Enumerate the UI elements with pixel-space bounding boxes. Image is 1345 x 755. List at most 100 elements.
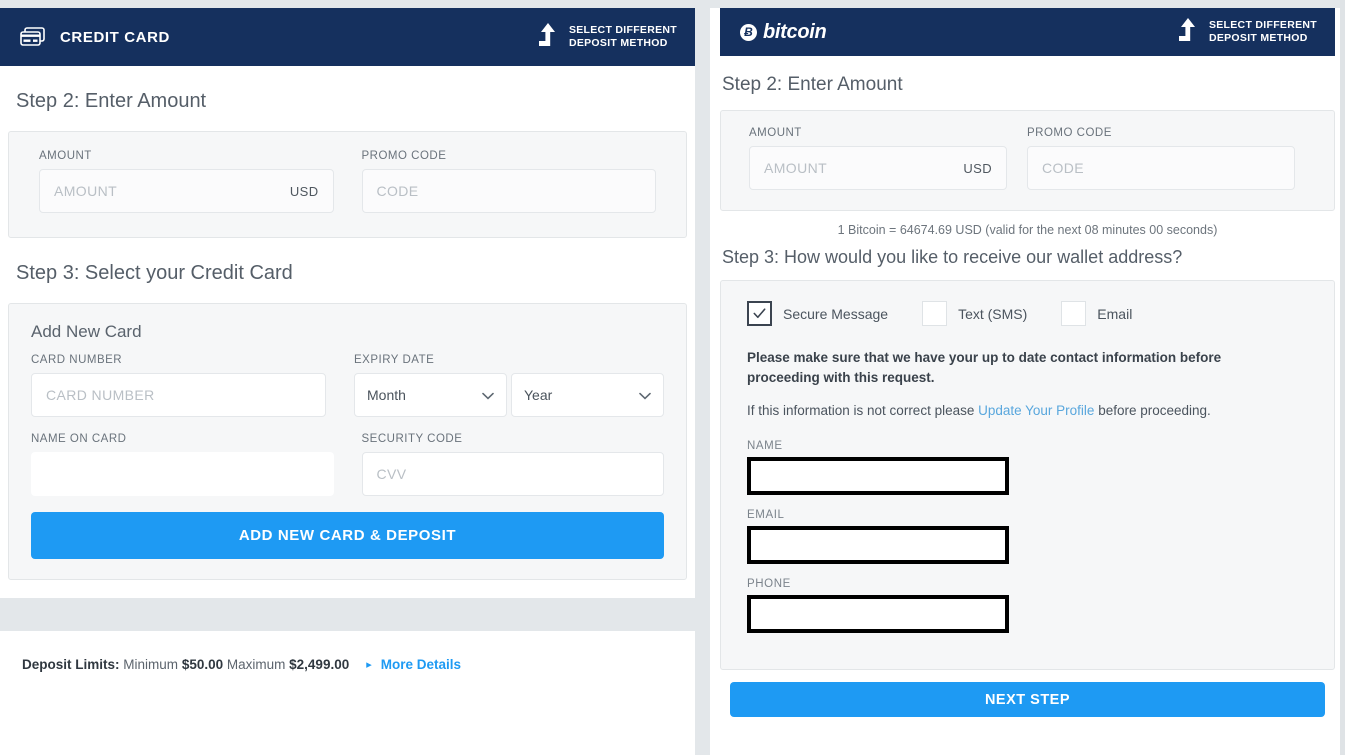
triangle-right-icon: ▸: [366, 659, 372, 671]
amount-placeholder-right: AMOUNT: [764, 160, 828, 176]
add-new-card-heading: Add New Card: [31, 322, 142, 341]
bitcoin-rate-line: 1 Bitcoin = 64674.69 USD (valid for the …: [837, 223, 1218, 237]
amount-panel-left: AMOUNT AMOUNT USD PROMO CODE CODE: [8, 131, 687, 238]
chevron-down-icon: [639, 387, 651, 403]
turn-up-arrow-icon: [1177, 17, 1199, 47]
name-input-right[interactable]: [747, 457, 1009, 496]
phone-field-group: PHONE: [747, 578, 1308, 634]
top-spacer-left: [0, 0, 695, 8]
amount-panel-right: AMOUNT AMOUNT USD PROMO CODE CODE: [720, 110, 1335, 211]
top-spacer-right: [710, 0, 1345, 8]
amount-placeholder-left: AMOUNT: [54, 183, 118, 199]
maximum-value: $2,499.00: [289, 657, 350, 672]
next-step-button[interactable]: NEXT STEP: [730, 682, 1325, 718]
credit-cards-icon: [20, 27, 46, 47]
email-label-right: EMAIL: [747, 509, 785, 522]
bitcoin-header: Ƀ bitcoin SELECT DIFFERENT DEPOSIT METHO…: [720, 8, 1335, 56]
amount-currency-suffix-left: USD: [289, 183, 319, 199]
promo-input-right[interactable]: CODE: [1027, 146, 1295, 190]
email-checkbox[interactable]: [1061, 301, 1087, 326]
select-different-deposit-method-label-right: SELECT DIFFERENT DEPOSIT METHOD: [1209, 19, 1317, 45]
expiry-year-value: Year: [524, 387, 553, 403]
step3-title-left: Step 3: Select your Credit Card: [16, 262, 293, 284]
expiry-label: EXPIRY DATE: [354, 354, 435, 366]
contact-info-notice: Please make sure that we have your up to…: [747, 350, 1222, 385]
security-code-input[interactable]: CVV: [361, 452, 664, 496]
credit-card-header-left: CREDIT CARD: [20, 27, 170, 47]
minimum-word: Minimum: [123, 657, 179, 672]
bitcoin-logo: Ƀ bitcoin: [740, 21, 827, 44]
security-code-label: SECURITY CODE: [361, 433, 463, 445]
amount-currency-suffix-right: USD: [963, 160, 992, 176]
update-profile-prefix: If this information is not correct pleas…: [747, 403, 979, 419]
turn-up-arrow-icon: [537, 22, 559, 52]
email-label: Email: [1097, 305, 1133, 322]
switch-line-1-left: SELECT DIFFERENT: [568, 23, 677, 36]
amount-field-group-left: AMOUNT AMOUNT USD: [39, 150, 334, 213]
check-icon: [753, 308, 766, 319]
switch-line-2-left: DEPOSIT METHOD: [568, 37, 668, 49]
add-new-card-and-deposit-button[interactable]: ADD NEW CARD & DEPOSIT: [31, 512, 664, 559]
credit-card-card: CREDIT CARD SELECT DIFFERENT DEPOSIT MET…: [0, 8, 695, 598]
update-profile-notice: If this information is not correct pleas…: [747, 403, 1308, 418]
credit-card-title: CREDIT CARD: [60, 28, 170, 46]
update-your-profile-link[interactable]: Update Your Profile: [978, 403, 1094, 418]
next-step-wrap: NEXT STEP: [720, 670, 1335, 729]
bitcoin-panel: Ƀ bitcoin SELECT DIFFERENT DEPOSIT METHO…: [710, 0, 1345, 755]
email-field-group: EMAIL: [747, 509, 1308, 565]
name-on-card-group: NAME ON CARD: [31, 433, 334, 496]
amount-label-right: AMOUNT: [749, 127, 802, 139]
select-different-deposit-method-button-right[interactable]: SELECT DIFFERENT DEPOSIT METHOD: [1177, 17, 1317, 47]
promo-placeholder-right: CODE: [1042, 160, 1085, 176]
maximum-word: Maximum: [226, 657, 286, 672]
promo-label-right: PROMO CODE: [1027, 127, 1112, 139]
deposit-limits-row: Deposit Limits: Minimum $50.00 Maximum $…: [22, 631, 461, 672]
bitcoin-symbol-icon: Ƀ: [740, 23, 757, 41]
secure-message-label: Secure Message: [783, 305, 889, 322]
deposit-comparison-screen: CREDIT CARD SELECT DIFFERENT DEPOSIT MET…: [0, 0, 1345, 755]
amount-input-left[interactable]: AMOUNT USD: [39, 169, 334, 213]
phone-label-right: PHONE: [747, 578, 791, 591]
amount-label-left: AMOUNT: [39, 150, 92, 162]
delivery-options-row: Secure Message Text (SMS) Email: [747, 301, 1308, 326]
step2-title-right: Step 2: Enter Amount: [722, 74, 903, 95]
select-different-deposit-method-label-left: SELECT DIFFERENT DEPOSIT METHOD: [569, 24, 677, 50]
update-profile-suffix: before proceeding.: [1094, 403, 1211, 419]
expiry-group: EXPIRY DATE Month Year: [354, 354, 664, 417]
security-code-group: SECURITY CODE CVV: [361, 433, 664, 496]
switch-line-1-right: SELECT DIFFERENT: [1208, 18, 1317, 31]
promo-field-group-left: PROMO CODE CODE: [361, 150, 656, 213]
promo-field-group-right: PROMO CODE CODE: [1027, 127, 1295, 190]
credit-card-panel: CREDIT CARD SELECT DIFFERENT DEPOSIT MET…: [0, 0, 695, 755]
select-different-deposit-method-button-left[interactable]: SELECT DIFFERENT DEPOSIT METHOD: [537, 22, 677, 52]
secure-message-checkbox[interactable]: [747, 301, 772, 326]
panel-gutter: [695, 0, 710, 755]
card-number-input[interactable]: CARD NUMBER: [31, 373, 326, 417]
promo-label-left: PROMO CODE: [361, 150, 447, 162]
card-number-group: CARD NUMBER CARD NUMBER: [31, 354, 326, 417]
switch-line-2-right: DEPOSIT METHOD: [1208, 32, 1308, 44]
step3-title-right: Step 3: How would you like to receive ou…: [722, 247, 1183, 267]
amount-input-right[interactable]: AMOUNT USD: [749, 146, 1007, 190]
text-sms-label: Text (SMS): [958, 305, 1028, 322]
text-sms-checkbox[interactable]: [922, 301, 948, 326]
promo-input-left[interactable]: CODE: [361, 169, 656, 213]
phone-input-right[interactable]: [747, 595, 1009, 634]
page-scrollbar[interactable]: [1340, 0, 1345, 755]
card-number-expiry-row: CARD NUMBER CARD NUMBER EXPIRY DATE Mont…: [31, 354, 664, 417]
minimum-value: $50.00: [181, 657, 224, 672]
name-on-card-input[interactable]: [31, 452, 334, 496]
expiry-selects: Month Year: [354, 373, 664, 417]
expiry-month-value: Month: [367, 387, 406, 403]
email-input-right[interactable]: [747, 526, 1009, 565]
expiry-year-select[interactable]: Year: [511, 373, 664, 417]
deposit-limits-card: Deposit Limits: Minimum $50.00 Maximum $…: [0, 631, 695, 755]
name-label-right: NAME: [747, 440, 783, 453]
add-new-card-panel: Add New Card CARD NUMBER CARD NUMBER EXP…: [8, 303, 687, 580]
credit-card-body: Step 2: Enter Amount AMOUNT AMOUNT USD P…: [0, 66, 695, 580]
chevron-down-icon: [482, 387, 494, 403]
step2-title-left: Step 2: Enter Amount: [16, 90, 207, 112]
expiry-month-select[interactable]: Month: [354, 373, 507, 417]
more-details-link[interactable]: More Details: [381, 657, 461, 672]
name-field-group: NAME: [747, 440, 1308, 496]
